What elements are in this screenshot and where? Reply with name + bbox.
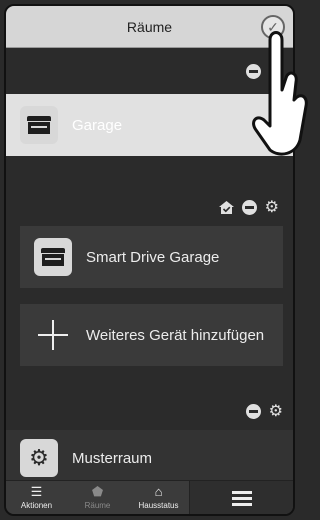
room-item-musterraum[interactable]: ⚙ Musterraum xyxy=(6,430,293,486)
room-label: Musterraum xyxy=(72,449,153,467)
menu-button[interactable] xyxy=(189,481,293,514)
add-device-button[interactable]: Weiteres Gerät hinzufügen xyxy=(20,304,283,366)
shield-icon: ⬟ xyxy=(91,484,104,499)
tab-label: Aktionen xyxy=(20,501,53,510)
tab-label: Hausstatus xyxy=(138,501,179,510)
room-label: Garage xyxy=(72,116,123,134)
bottom-tab-bar: ☰ Aktionen ⬟ Räume ⌂ Hausstatus xyxy=(6,480,293,514)
remove-device-icon[interactable] xyxy=(241,200,257,215)
room-settings-icon[interactable]: ⚙ xyxy=(269,404,283,420)
tab-label: Räume xyxy=(84,501,111,510)
tab-aktionen[interactable]: ☰ Aktionen xyxy=(6,481,67,514)
garage-icon xyxy=(34,238,72,276)
room2-controls: ⚙ xyxy=(245,404,283,420)
tab-raeume[interactable]: ⬟ Räume xyxy=(67,481,128,514)
device-label: Smart Drive Garage xyxy=(86,248,220,266)
hamburger-icon xyxy=(231,490,252,506)
pointing-hand-illustration xyxy=(252,31,308,156)
gear-icon: ⚙ xyxy=(20,439,58,477)
list-icon: ☰ xyxy=(30,484,43,499)
page-title: Räume xyxy=(126,18,173,35)
device-item-smart-drive-garage[interactable]: Smart Drive Garage xyxy=(20,226,283,288)
plus-icon xyxy=(34,316,72,354)
device-settings-icon[interactable]: ⚙ xyxy=(265,200,279,216)
house-check-icon[interactable] xyxy=(218,201,234,214)
tab-hausstatus[interactable]: ⌂ Hausstatus xyxy=(128,481,189,514)
remove-room-icon[interactable] xyxy=(245,404,261,419)
garage-icon xyxy=(20,106,58,144)
room-devices-panel: ⚙ Smart Drive Garage Weiteres Gerät hinz… xyxy=(6,156,293,386)
device-controls: ⚙ xyxy=(218,200,279,216)
house-check-icon: ⌂ xyxy=(154,484,163,499)
add-device-label: Weiteres Gerät hinzufügen xyxy=(86,326,265,344)
